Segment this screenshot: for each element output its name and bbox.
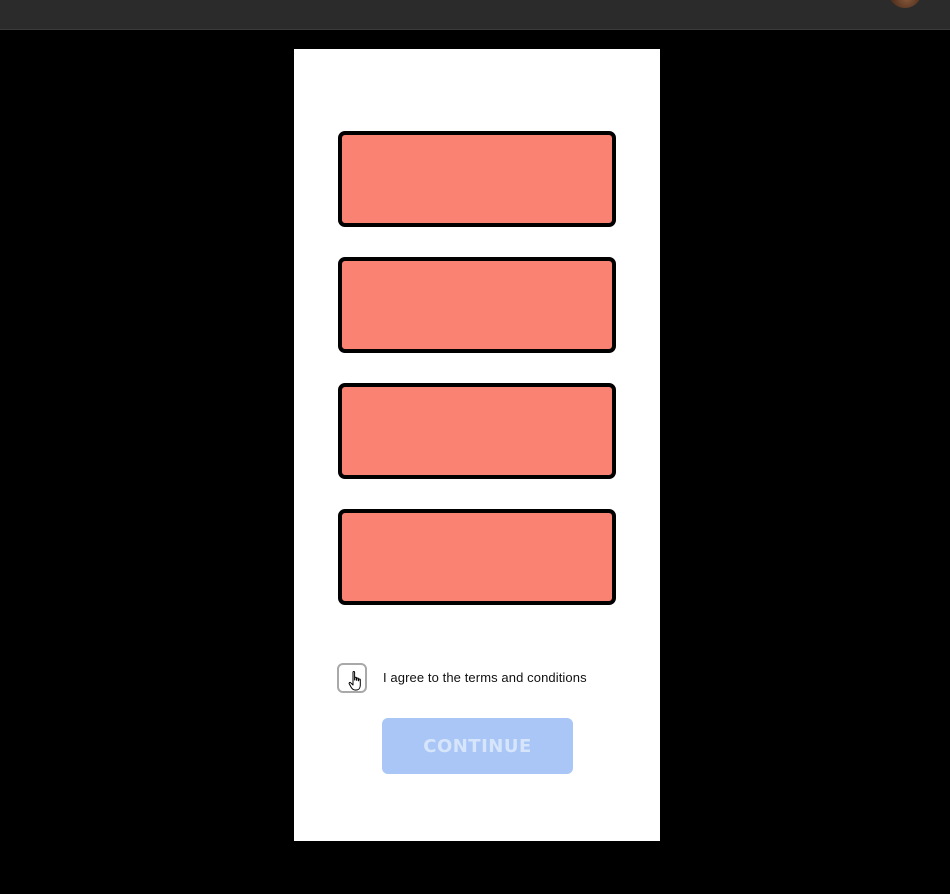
terms-label: I agree to the terms and conditions bbox=[383, 670, 587, 685]
terms-row: I agree to the terms and conditions bbox=[337, 662, 637, 695]
salmon-block-4[interactable] bbox=[338, 509, 616, 605]
user-avatar[interactable] bbox=[888, 0, 922, 8]
top-bar bbox=[0, 0, 950, 30]
continue-button[interactable]: CONTINUE bbox=[382, 718, 573, 774]
salmon-block-3[interactable] bbox=[338, 383, 616, 479]
form-panel: I agree to the terms and conditions CONT… bbox=[294, 49, 660, 841]
hand-pointer-icon bbox=[348, 670, 361, 691]
salmon-block-2[interactable] bbox=[338, 257, 616, 353]
salmon-block-1[interactable] bbox=[338, 131, 616, 227]
terms-checkbox[interactable] bbox=[337, 663, 367, 693]
